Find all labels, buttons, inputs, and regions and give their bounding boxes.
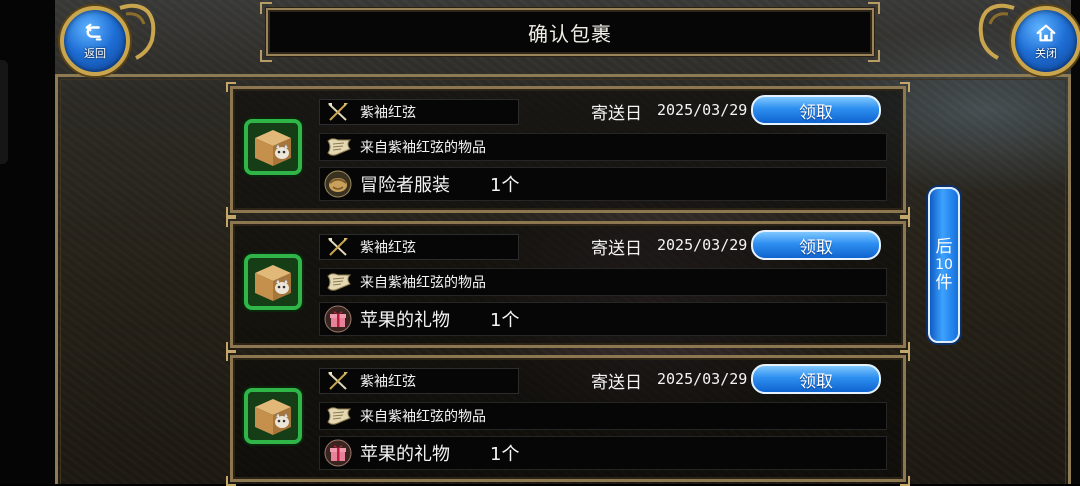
crossed-weapons-icon bbox=[328, 372, 348, 390]
return-arrow-icon bbox=[85, 23, 102, 41]
gift-box-icon bbox=[324, 305, 352, 333]
close-button-label: 关闭 bbox=[1035, 46, 1057, 60]
item-name: 苹果的礼物 bbox=[360, 310, 450, 331]
gift-box-icon bbox=[324, 439, 352, 467]
next-page-count: 10 bbox=[935, 257, 953, 273]
claim-button[interactable]: 领取 bbox=[751, 95, 881, 125]
mail-card: 紫袖红弦 寄送日 2025/03/29 领取 来自紫袖红弦的物品 冒险者服装 1… bbox=[226, 82, 910, 217]
message-field: 来自紫袖红弦的物品 bbox=[319, 268, 887, 296]
home-icon bbox=[1036, 24, 1056, 41]
parcel-box-icon bbox=[244, 119, 302, 175]
message-text: 来自紫袖红弦的物品 bbox=[360, 275, 486, 291]
clothes-bundle-icon bbox=[324, 170, 352, 198]
item-quantity: 1个 bbox=[490, 175, 520, 196]
next-page-label-char: 后 bbox=[935, 237, 953, 257]
scroll-letter-icon bbox=[327, 138, 352, 156]
attached-item-field: 苹果的礼物 1个 bbox=[319, 302, 887, 336]
left-screen-edge bbox=[0, 0, 55, 484]
send-date: 2025/03/29 bbox=[657, 101, 748, 119]
mail-card: 紫袖红弦 寄送日 2025/03/29 领取 来自紫袖红弦的物品 苹果的礼物 1… bbox=[226, 351, 910, 486]
send-date-label: 寄送日 bbox=[591, 104, 642, 124]
send-date: 2025/03/29 bbox=[657, 370, 748, 388]
scroll-letter-icon bbox=[327, 407, 352, 425]
send-date-label: 寄送日 bbox=[591, 373, 642, 393]
page-title: 确认包裹 bbox=[528, 21, 612, 46]
next-page-label-char: 件 bbox=[935, 273, 953, 293]
item-name: 冒险者服装 bbox=[360, 175, 450, 196]
close-button[interactable]: 关闭 bbox=[1011, 6, 1080, 76]
sender-name: 紫袖红弦 bbox=[360, 240, 416, 256]
send-date: 2025/03/29 bbox=[657, 236, 748, 254]
scroll-letter-icon bbox=[327, 273, 352, 291]
back-button-label: 返回 bbox=[84, 46, 106, 60]
title-bar: 确认包裹 bbox=[260, 2, 880, 62]
crossed-weapons-icon bbox=[328, 103, 348, 121]
message-text: 来自紫袖红弦的物品 bbox=[360, 140, 486, 156]
parcel-box-icon bbox=[244, 388, 302, 444]
sender-field: 紫袖红弦 bbox=[319, 99, 519, 125]
attached-item-field: 冒险者服装 1个 bbox=[319, 167, 887, 201]
crossed-weapons-icon bbox=[328, 238, 348, 256]
back-button[interactable]: 返回 bbox=[60, 6, 130, 76]
claim-button[interactable]: 领取 bbox=[751, 364, 881, 394]
send-date-label: 寄送日 bbox=[591, 239, 642, 259]
parcel-box-icon bbox=[244, 254, 302, 310]
claim-button[interactable]: 领取 bbox=[751, 230, 881, 260]
item-quantity: 1个 bbox=[490, 310, 520, 331]
right-screen-edge bbox=[1071, 0, 1080, 484]
sender-field: 紫袖红弦 bbox=[319, 234, 519, 260]
item-name: 苹果的礼物 bbox=[360, 444, 450, 465]
mail-card: 紫袖红弦 寄送日 2025/03/29 领取 来自紫袖红弦的物品 苹果的礼物 1… bbox=[226, 217, 910, 352]
ornament-right-icon bbox=[978, 3, 1015, 60]
next-page-button[interactable]: 后 10 件 bbox=[928, 187, 960, 343]
attached-item-field: 苹果的礼物 1个 bbox=[319, 436, 887, 470]
item-quantity: 1个 bbox=[490, 444, 520, 465]
message-field: 来自紫袖红弦的物品 bbox=[319, 402, 887, 430]
message-text: 来自紫袖红弦的物品 bbox=[360, 409, 486, 425]
message-field: 来自紫袖红弦的物品 bbox=[319, 133, 887, 161]
sender-name: 紫袖红弦 bbox=[360, 374, 416, 390]
sender-field: 紫袖红弦 bbox=[319, 368, 519, 394]
camera-notch bbox=[0, 60, 8, 164]
sender-name: 紫袖红弦 bbox=[360, 105, 416, 121]
